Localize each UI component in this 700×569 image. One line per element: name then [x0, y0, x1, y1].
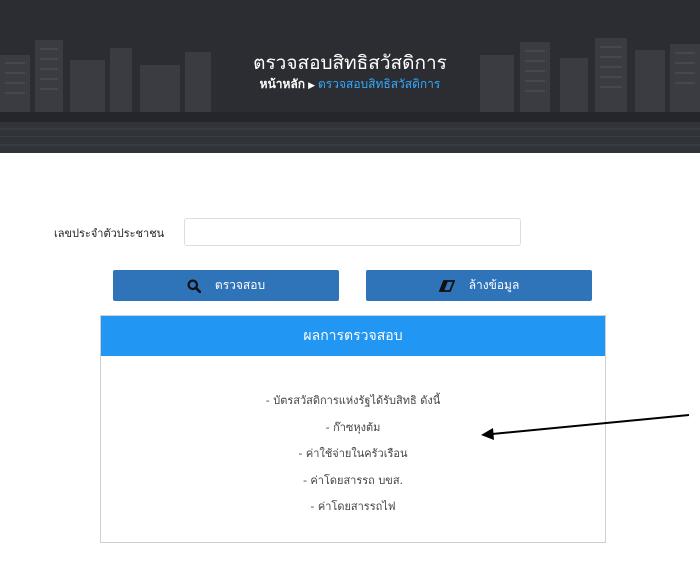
result-title: ผลการตรวจสอบ	[101, 316, 605, 356]
clear-button[interactable]: ล้างข้อมูล	[366, 270, 592, 301]
breadcrumb-current[interactable]: ตรวจสอบสิทธิสวัสดิการ	[318, 77, 440, 91]
check-button[interactable]: ตรวจสอบ	[113, 270, 339, 301]
result-line: - ค่าโดยสารรถ บขส.	[302, 473, 404, 487]
result-line: - ค่าใช้จ่ายในครัวเรือน	[298, 447, 408, 460]
breadcrumb: หน้าหลัก ▶ ตรวจสอบสิทธิสวัสดิการ	[0, 75, 700, 94]
result-line: - บัตรสวัสดิการแห่งรัฐได้รับสิทธิ ดังนี้	[265, 394, 441, 407]
annotation-arrow-icon	[481, 414, 690, 440]
breadcrumb-separator-icon: ▶	[308, 81, 315, 91]
page-title: ตรวจสอบสิทธิสวัสดิการ	[253, 52, 447, 74]
clear-button-label: ล้างข้อมูล	[468, 278, 520, 292]
search-icon	[187, 279, 201, 293]
id-number-input[interactable]	[184, 218, 521, 246]
id-number-label: เลขประจำตัวประชาชน	[54, 227, 165, 240]
result-list: - บัตรสวัสดิการแห่งรัฐได้รับสิทธิ ดังนี้…	[101, 388, 605, 521]
header-banner: ตรวจสอบสิทธิสวัสดิการ หน้าหลัก ▶ ตรวจสอบสิ…	[0, 0, 700, 153]
eraser-icon	[438, 279, 455, 292]
check-button-label: ตรวจสอบ	[214, 278, 266, 292]
result-line: - ค่าโดยสารรถไฟ	[310, 500, 396, 513]
breadcrumb-home-link[interactable]: หน้าหลัก	[260, 77, 305, 91]
